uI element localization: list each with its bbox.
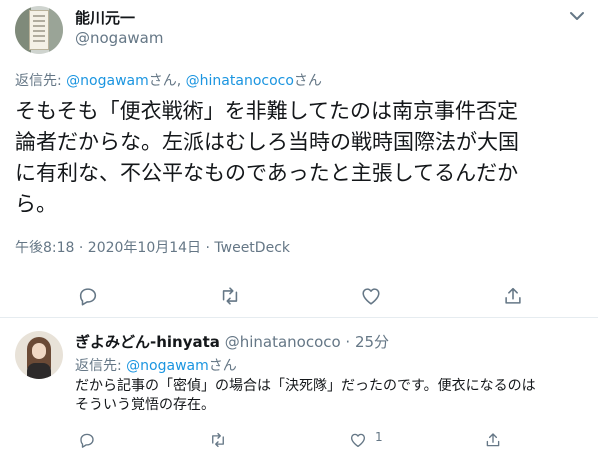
share-icon[interactable] [481,428,505,452]
action-bar [0,284,598,308]
avatar[interactable] [15,331,63,379]
reply-to-sep: さん, [148,73,186,89]
tweet-text: だから記事の「密偵」の場合は「決死隊」だったのです。便衣になるのは そういう覚悟… [75,377,585,415]
tweet-text-line: ら。 [15,192,57,216]
reply-to-line: 返信先: @nogawamさん, @hinatanococoさん [15,70,322,90]
reply-to-user-link[interactable]: @hinatanococo [186,73,294,89]
user-handle-time[interactable]: @hinatanococo · 25分 [220,333,389,351]
reply-to-line: 返信先: @nogawamさん [75,355,237,375]
action-bar: 1 [0,428,598,448]
reply-to-sep: さん [293,73,322,89]
reply-to-label: 返信先: [15,73,67,89]
chevron-down-icon[interactable] [568,8,586,22]
tweet-text-line: だから記事の「密偵」の場合は「決死隊」だったのです。便衣になるのは [75,378,536,394]
tweet-text-line: に有利な、不公平なものであったと主張してるんだか [15,161,519,185]
reply-header: ぎよみどん-hinyata @hinatanococo · 25分 [75,331,389,352]
reply-to-sep: さん [208,358,237,374]
like-count: 1 [375,430,383,444]
user-handle[interactable]: @nogawam [75,29,163,47]
display-name[interactable]: 能川元一 [75,7,135,28]
display-name[interactable]: ぎよみどん-hinyata [75,333,220,351]
reply-tweet[interactable]: ぎよみどん-hinyata @hinatanococo · 25分 返信先: @… [0,319,598,458]
reply-icon[interactable] [75,428,99,452]
main-tweet: 能川元一 @nogawam 返信先: @nogawamさん, @hinatano… [0,0,598,318]
tweet-text: そもそも「便衣戦術」を非難してたのは南京事件否定 論者だからな。左派はむしろ当時… [15,96,585,220]
tweet-text-line: 論者だからな。左派はむしろ当時の戦時国際法が大国 [15,130,519,154]
reply-to-label: 返信先: [75,358,127,374]
retweet-icon[interactable] [206,428,230,452]
reply-to-user-link[interactable]: @nogawam [126,358,209,374]
reply-icon[interactable] [76,284,100,308]
retweet-icon[interactable] [218,284,242,308]
like-icon[interactable] [346,428,370,452]
tweet-text-line: そもそも「便衣戦術」を非難してたのは南京事件否定 [15,99,518,123]
share-icon[interactable] [501,284,525,308]
tweet-meta[interactable]: 午後8:18 · 2020年10月14日 · TweetDeck [15,237,290,257]
reply-to-user-link[interactable]: @nogawam [66,73,149,89]
like-icon[interactable] [359,284,383,308]
avatar[interactable] [15,6,63,54]
tweet-text-line: そういう覚悟の存在。 [75,397,215,413]
